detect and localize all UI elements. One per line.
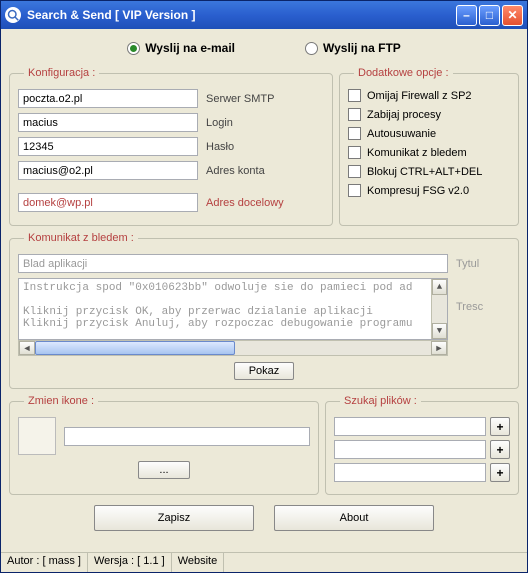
destination-input[interactable] bbox=[18, 193, 198, 212]
scroll-right-icon[interactable]: ► bbox=[431, 341, 447, 355]
search-legend: Szukaj plików : bbox=[340, 395, 421, 407]
window-title: Search & Send [ VIP Version ] bbox=[27, 8, 456, 22]
add-file-3-button[interactable]: + bbox=[490, 463, 510, 482]
checkbox-icon bbox=[348, 89, 361, 102]
password-label: Hasło bbox=[206, 141, 234, 153]
add-file-1-button[interactable]: + bbox=[490, 417, 510, 436]
scroll-down-icon[interactable]: ▼ bbox=[432, 323, 447, 339]
destination-label: Adres docelowy bbox=[206, 197, 284, 209]
message-title-label: Tytul bbox=[456, 258, 479, 270]
search-file-1[interactable] bbox=[334, 417, 486, 436]
radio-email-label: Wyslij na e-mail bbox=[145, 41, 235, 55]
password-input[interactable] bbox=[18, 137, 198, 156]
checkbox-icon bbox=[348, 165, 361, 178]
message-title-input[interactable] bbox=[18, 254, 448, 273]
search-file-3[interactable] bbox=[334, 463, 486, 482]
scrollbar-vertical[interactable]: ▲ ▼ bbox=[431, 279, 447, 339]
option-kill-processes[interactable]: Zabijaj procesy bbox=[348, 108, 510, 121]
message-body-textarea[interactable]: Instrukcja spod "0x010623bb" odwoluje si… bbox=[18, 278, 448, 340]
icon-group: Zmien ikone : ... bbox=[9, 395, 319, 495]
browse-button[interactable]: ... bbox=[138, 461, 189, 479]
option-firewall[interactable]: Omijaj Firewall z SP2 bbox=[348, 89, 510, 102]
checkbox-icon bbox=[348, 127, 361, 140]
config-group: Konfiguracja : Serwer SMTP Login Hasło A… bbox=[9, 67, 333, 226]
show-button[interactable]: Pokaz bbox=[234, 362, 295, 380]
titlebar: Search & Send [ VIP Version ] – □ ✕ bbox=[1, 1, 527, 29]
search-file-2[interactable] bbox=[334, 440, 486, 459]
checkbox-icon bbox=[348, 108, 361, 121]
about-button[interactable]: About bbox=[274, 505, 434, 531]
radio-ftp-label: Wyslij na FTP bbox=[323, 41, 401, 55]
account-label: Adres konta bbox=[206, 165, 265, 177]
option-compress[interactable]: Kompresuj FSG v2.0 bbox=[348, 184, 510, 197]
app-icon bbox=[5, 7, 21, 23]
login-input[interactable] bbox=[18, 113, 198, 132]
status-website[interactable]: Website bbox=[172, 553, 225, 572]
radio-email[interactable]: Wyslij na e-mail bbox=[127, 41, 235, 55]
icon-preview bbox=[18, 417, 56, 455]
radio-icon bbox=[305, 42, 318, 55]
smtp-input[interactable] bbox=[18, 89, 198, 108]
message-legend: Komunikat z bledem : bbox=[24, 232, 138, 244]
add-file-2-button[interactable]: + bbox=[490, 440, 510, 459]
options-legend: Dodatkowe opcje : bbox=[354, 67, 453, 79]
option-autodelete[interactable]: Autousuwanie bbox=[348, 127, 510, 140]
login-label: Login bbox=[206, 117, 233, 129]
status-author: Autor : [ mass ] bbox=[1, 553, 88, 572]
search-files-group: Szukaj plików : + + + bbox=[325, 395, 519, 495]
scroll-thumb[interactable] bbox=[35, 341, 235, 355]
scroll-up-icon[interactable]: ▲ bbox=[432, 279, 447, 295]
save-button[interactable]: Zapisz bbox=[94, 505, 254, 531]
options-group: Dodatkowe opcje : Omijaj Firewall z SP2 … bbox=[339, 67, 519, 226]
smtp-label: Serwer SMTP bbox=[206, 93, 274, 105]
message-body-label: Tresc bbox=[456, 301, 483, 313]
icon-legend: Zmien ikone : bbox=[24, 395, 98, 407]
radio-ftp[interactable]: Wyslij na FTP bbox=[305, 41, 401, 55]
maximize-button[interactable]: □ bbox=[479, 5, 500, 26]
message-group: Komunikat z bledem : Tytul Instrukcja sp… bbox=[9, 232, 519, 389]
account-input[interactable] bbox=[18, 161, 198, 180]
scrollbar-horizontal[interactable]: ◄ ► bbox=[18, 340, 448, 356]
statusbar: Autor : [ mass ] Wersja : [ 1.1 ] Websit… bbox=[1, 552, 527, 572]
radio-icon bbox=[127, 42, 140, 55]
icon-path-input[interactable] bbox=[64, 427, 310, 446]
option-error-msg[interactable]: Komunikat z bledem bbox=[348, 146, 510, 159]
option-block-cad[interactable]: Blokuj CTRL+ALT+DEL bbox=[348, 165, 510, 178]
status-version: Wersja : [ 1.1 ] bbox=[88, 553, 172, 572]
checkbox-icon bbox=[348, 146, 361, 159]
checkbox-icon bbox=[348, 184, 361, 197]
close-button[interactable]: ✕ bbox=[502, 5, 523, 26]
minimize-button[interactable]: – bbox=[456, 5, 477, 26]
scroll-left-icon[interactable]: ◄ bbox=[19, 341, 35, 355]
config-legend: Konfiguracja : bbox=[24, 67, 99, 79]
